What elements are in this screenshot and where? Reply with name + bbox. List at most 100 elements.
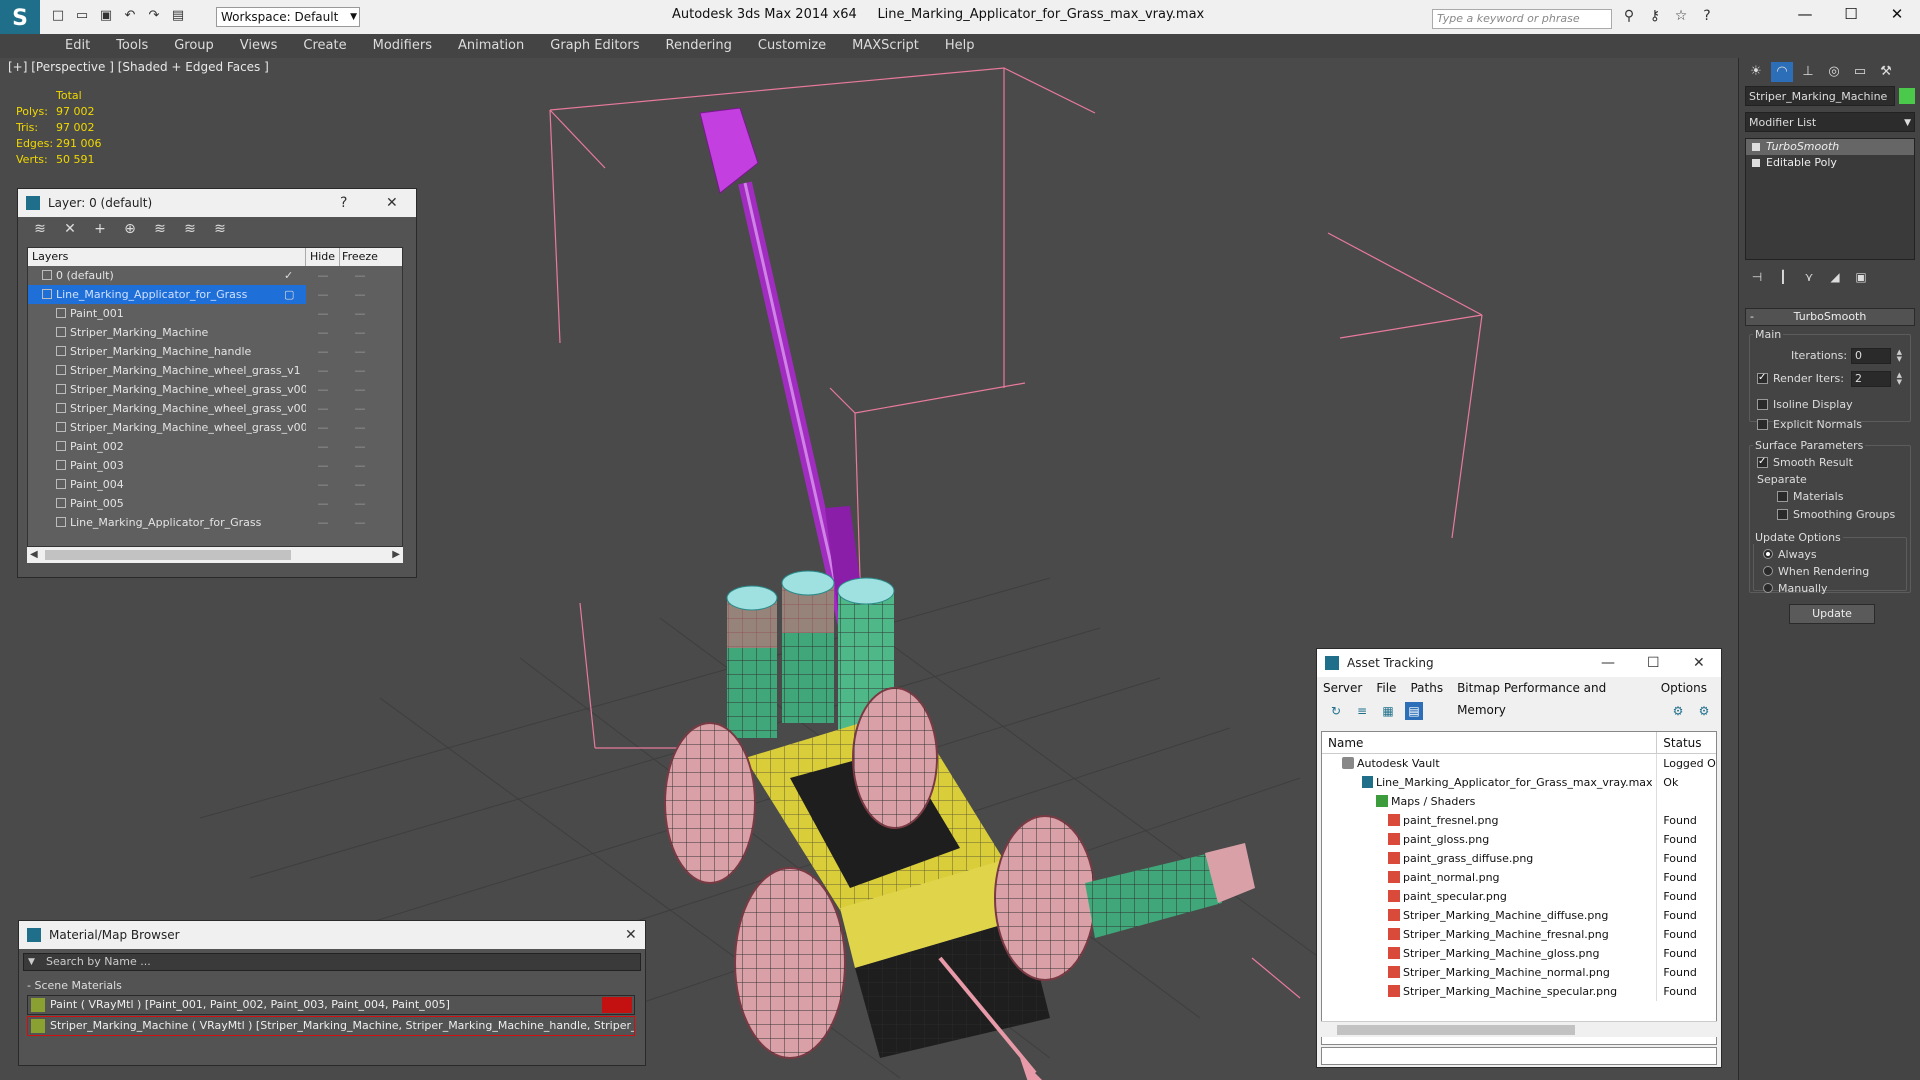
freeze-toggle[interactable]: — (340, 418, 380, 437)
modifier-stack-item[interactable]: Editable Poly (1746, 155, 1914, 171)
minimize-button[interactable]: — (1601, 649, 1615, 677)
spinner-arrows-icon[interactable]: ▲ ▼ (1897, 372, 1902, 386)
expand-icon[interactable] (1752, 159, 1760, 167)
layer-row[interactable]: Line_Marking_Applicator_for_Grass — — (28, 513, 402, 532)
asset-name-cell[interactable]: paint_fresnel.png (1322, 811, 1658, 830)
asset-row[interactable]: paint_normal.png Found (1322, 868, 1716, 887)
asset-name-cell[interactable]: Striper_Marking_Machine_diffuse.png (1322, 906, 1658, 925)
asset-name-cell[interactable]: Line_Marking_Applicator_for_Grass_max_vr… (1322, 773, 1658, 792)
turbosmooth-rollout-header[interactable]: - TurboSmooth (1745, 308, 1915, 326)
hide-toggle[interactable]: — (306, 437, 340, 456)
highlight-layer-icon[interactable]: ≋ (180, 221, 200, 239)
hide-toggle[interactable]: — (306, 475, 340, 494)
layer-row[interactable]: Striper_Marking_Machine_handle — — (28, 342, 402, 361)
select-objects-icon[interactable]: ⊕ (120, 221, 140, 239)
menu-tools[interactable]: Tools (103, 34, 161, 58)
close-button[interactable]: ✕ (1874, 0, 1920, 30)
table-view-icon[interactable]: ▤ (1405, 702, 1423, 720)
freeze-toggle[interactable]: — (340, 266, 380, 285)
layer-row[interactable]: Paint_005 — — (28, 494, 402, 513)
asset-row[interactable]: Striper_Marking_Machine_specular.png Foun… (1322, 982, 1716, 1001)
asset-menu-file[interactable]: File (1376, 677, 1396, 699)
utilities-tab-icon[interactable]: ⚒ (1875, 62, 1897, 82)
hide-toggle[interactable]: — (306, 494, 340, 513)
close-button[interactable]: ✕ (1693, 649, 1705, 677)
layer-name-cell[interactable]: Paint_003 (28, 456, 306, 475)
smooth-result-checkbox[interactable]: Smooth Result (1757, 455, 1853, 470)
vault-settings-icon[interactable]: ⚙ (1695, 702, 1713, 720)
asset-name-cell[interactable]: Striper_Marking_Machine_gloss.png (1322, 944, 1658, 963)
list-view-icon[interactable]: ≡ (1353, 702, 1371, 720)
asset-row[interactable]: paint_gloss.png Found (1322, 830, 1716, 849)
freeze-toggle[interactable]: — (340, 494, 380, 513)
freeze-toggle[interactable]: — (340, 304, 380, 323)
maximize-button[interactable]: ☐ (1828, 0, 1874, 30)
lightbulb-icon[interactable] (1752, 143, 1760, 151)
menu-create[interactable]: Create (290, 34, 359, 58)
col-status[interactable]: Status (1657, 732, 1716, 753)
layer-name-cell[interactable]: Line_Marking_Applicator_for_Grass (28, 513, 306, 532)
asset-row[interactable]: Autodesk Vault Logged Out (1322, 754, 1716, 773)
workspace-dropdown[interactable]: Workspace: Default ▼ (216, 7, 360, 27)
layer-panel-title[interactable]: Layer: 0 (default) ? ✕ (18, 189, 416, 217)
hide-toggle[interactable]: — (306, 418, 340, 437)
layer-row[interactable]: Paint_004 — — (28, 475, 402, 494)
layer-stack-icon[interactable]: ≋ (30, 221, 50, 239)
layer-name-cell[interactable]: Striper_Marking_Machine_handle (28, 342, 306, 361)
redo-icon[interactable]: ↷ (144, 6, 164, 26)
material-item[interactable]: Striper_Marking_Machine ( VRayMtl ) [Str… (27, 1016, 635, 1036)
col-layers[interactable]: Layers (28, 248, 306, 266)
isoline-display-checkbox[interactable]: Isoline Display (1757, 398, 1853, 412)
motion-tab-icon[interactable]: ◎ (1823, 62, 1845, 82)
materials-checkbox[interactable]: Materials (1777, 490, 1843, 504)
layer-name-cell[interactable]: Paint_001 (28, 304, 306, 323)
col-freeze[interactable]: Freeze (340, 248, 380, 266)
freeze-toggle[interactable]: — (340, 475, 380, 494)
scroll-left-icon[interactable]: ◀ (30, 547, 38, 563)
object-color-swatch[interactable] (1899, 88, 1915, 104)
freeze-toggle[interactable]: — (340, 323, 380, 342)
material-item[interactable]: Paint ( VRayMtl ) [Paint_001, Paint_002,… (27, 995, 635, 1015)
hide-toggle[interactable]: — (306, 323, 340, 342)
menu-edit[interactable]: Edit (52, 34, 103, 58)
when-rendering-radio[interactable]: When Rendering (1763, 565, 1869, 579)
close-button[interactable]: ✕ (386, 189, 398, 217)
project-folder-icon[interactable]: ▤ (168, 6, 188, 26)
material-browser-title[interactable]: Material/Map Browser ✕ (19, 921, 645, 949)
menu-modifiers[interactable]: Modifiers (360, 34, 445, 58)
layer-row[interactable]: Paint_001 — — (28, 304, 402, 323)
current-layer-icon[interactable]: ✓ (284, 269, 293, 282)
freeze-toggle[interactable]: — (340, 342, 380, 361)
layer-row[interactable]: Striper_Marking_Machine_wheel_grass_v003… (28, 399, 402, 418)
modify-tab-icon[interactable]: ◠ (1771, 62, 1793, 82)
update-button[interactable]: Update (1789, 604, 1875, 624)
layer-row[interactable]: Striper_Marking_Machine_wheel_grass_v004… (28, 418, 402, 437)
layer-row[interactable]: Paint_003 — — (28, 456, 402, 475)
hide-all-icon[interactable]: ≋ (210, 221, 230, 239)
scene-materials-group[interactable]: - Scene Materials (27, 977, 635, 995)
layer-row[interactable]: Paint_002 — — (28, 437, 402, 456)
display-tab-icon[interactable]: ▭ (1849, 62, 1871, 82)
pin-stack-icon[interactable]: ⊣ (1751, 266, 1763, 288)
iterations-spinner[interactable]: 0 ▲ ▼ (1851, 348, 1902, 364)
asset-horizontal-scrollbar[interactable] (1321, 1021, 1717, 1037)
help-button[interactable]: ? (340, 189, 347, 217)
asset-row[interactable]: paint_grass_diffuse.png Found (1322, 849, 1716, 868)
asset-name-cell[interactable]: paint_gloss.png (1322, 830, 1658, 849)
active-layer-icon[interactable]: ▢ (284, 288, 294, 301)
asset-name-cell[interactable]: paint_specular.png (1322, 887, 1658, 906)
modifier-list-dropdown[interactable]: Modifier List ▼ (1745, 112, 1915, 132)
asset-name-cell[interactable]: Striper_Marking_Machine_normal.png (1322, 963, 1658, 982)
asset-row[interactable]: Striper_Marking_Machine_diffuse.png Found (1322, 906, 1716, 925)
asset-name-cell[interactable]: paint_normal.png (1322, 868, 1658, 887)
asset-row[interactable]: Line_Marking_Applicator_for_Grass_max_vr… (1322, 773, 1716, 792)
freeze-toggle[interactable]: — (340, 437, 380, 456)
asset-row[interactable]: Striper_Marking_Machine_normal.png Found (1322, 963, 1716, 982)
key-icon[interactable]: ⚷ (1646, 8, 1664, 24)
layer-row[interactable]: Line_Marking_Applicator_for_Grass ▢ — — (28, 285, 402, 304)
asset-menu-options[interactable]: Options (1661, 677, 1707, 699)
hide-toggle[interactable]: — (306, 361, 340, 380)
viewport-label[interactable]: [+] [Perspective ] [Shaded + Edged Faces… (8, 60, 269, 74)
asset-row[interactable]: Striper_Marking_Machine_gloss.png Found (1322, 944, 1716, 963)
asset-menu-paths[interactable]: Paths (1410, 677, 1443, 699)
